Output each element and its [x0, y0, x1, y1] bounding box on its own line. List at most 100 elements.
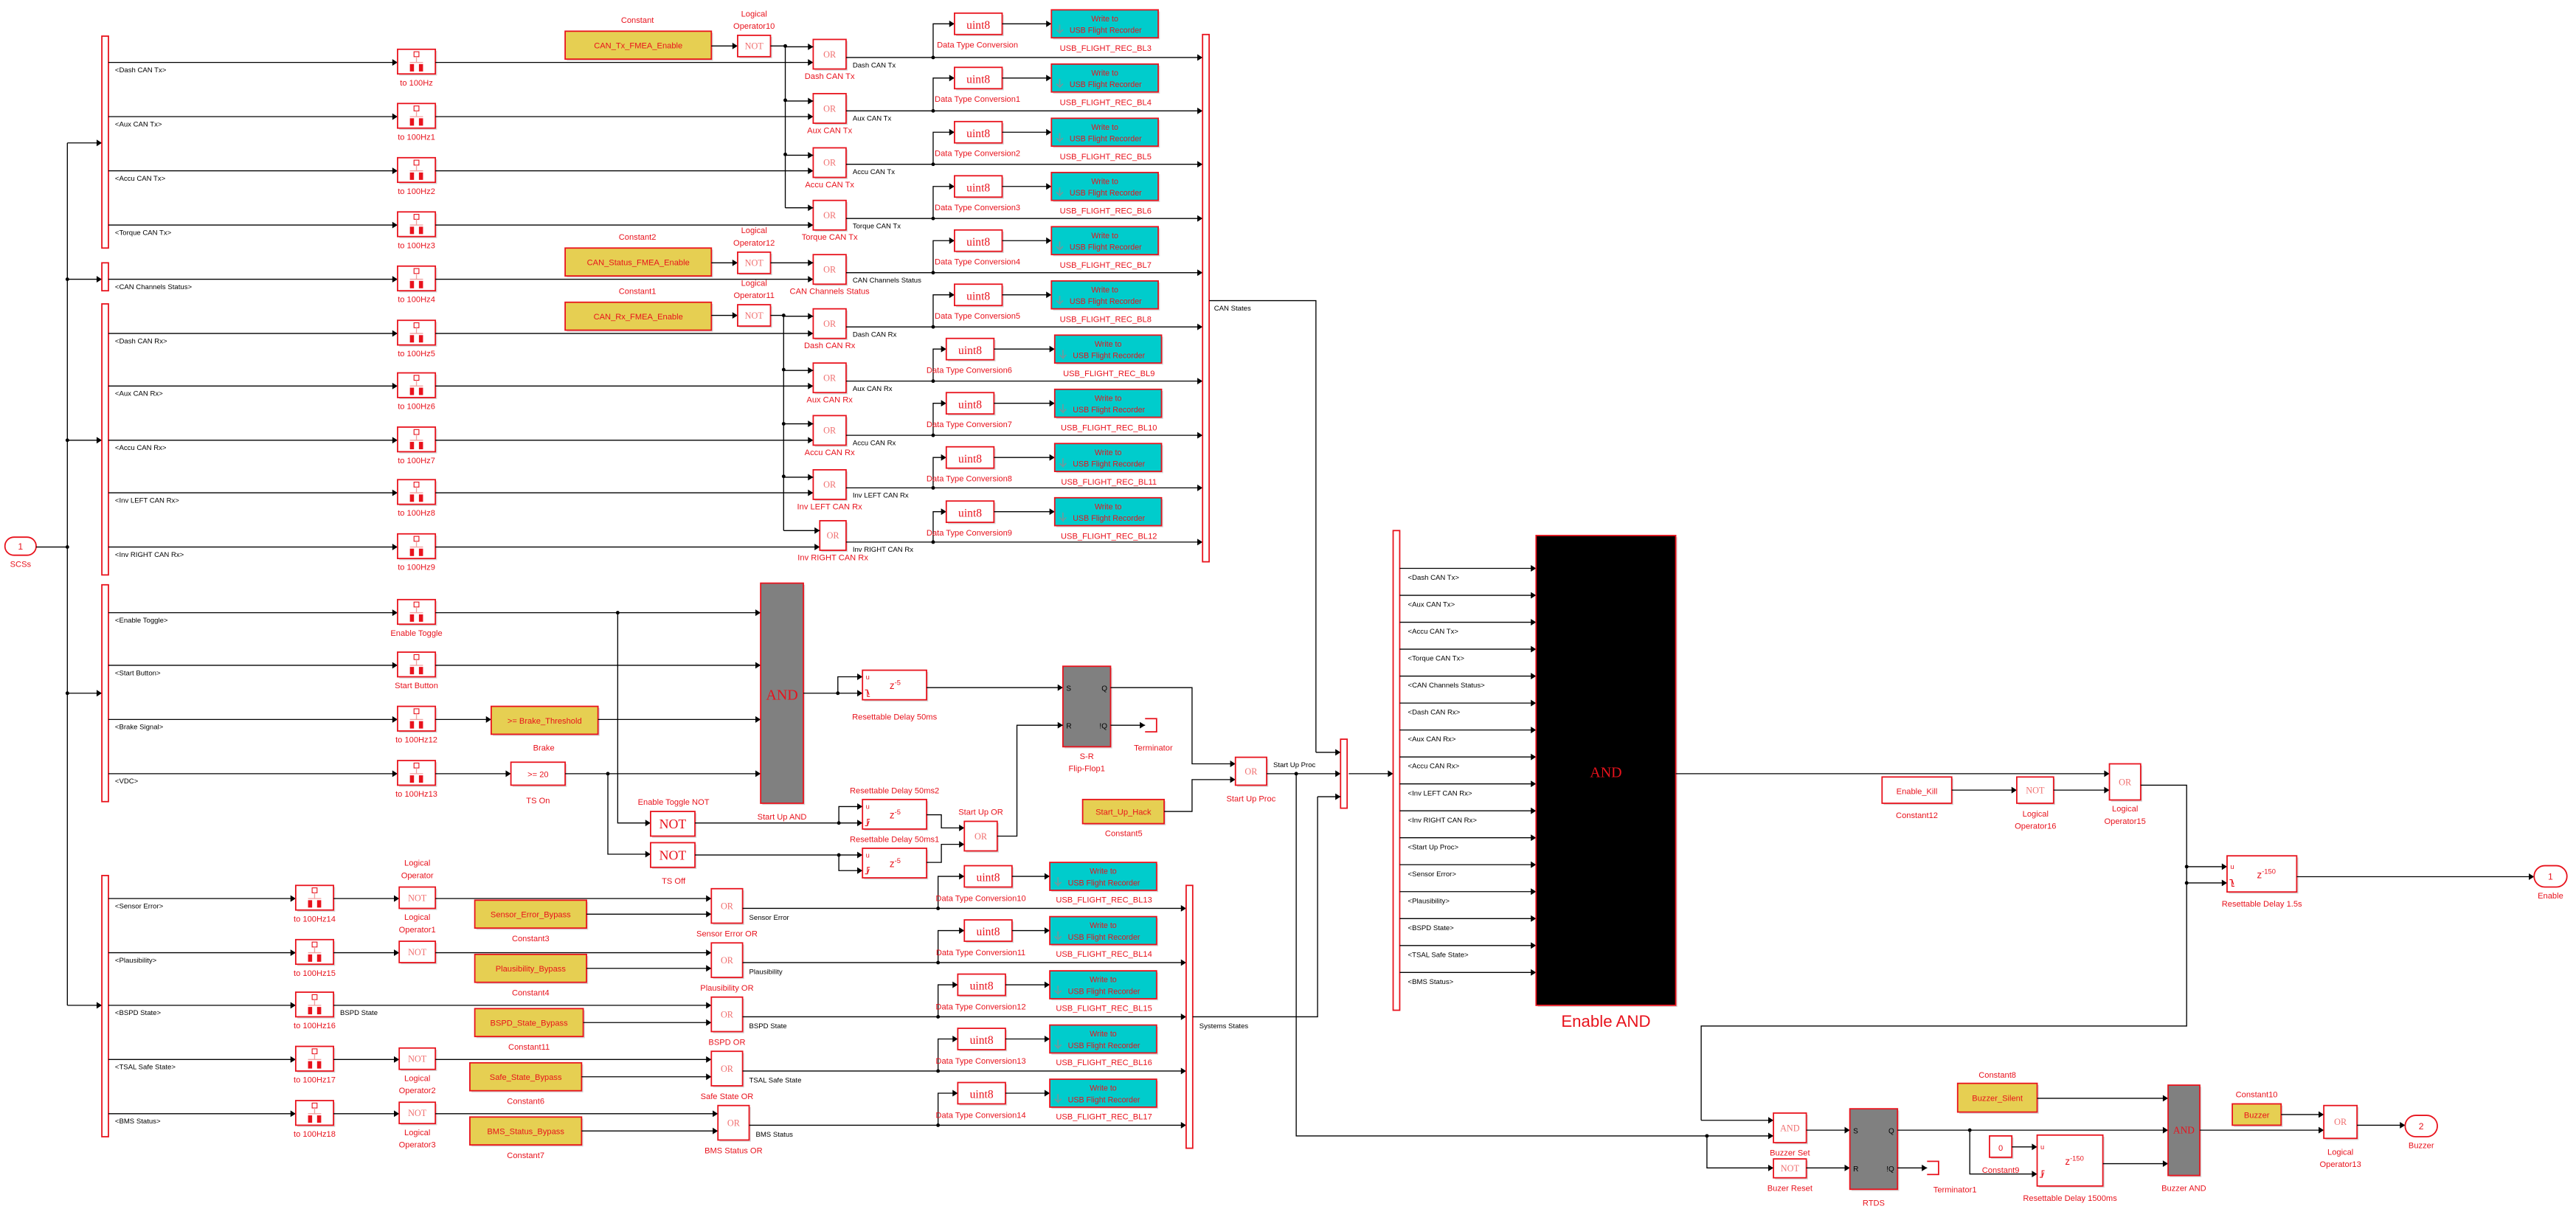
arrowhead-icon	[1767, 1117, 1774, 1124]
arrowhead-icon	[732, 312, 738, 319]
signal-line[interactable]	[838, 855, 863, 871]
signal-line[interactable]	[932, 240, 955, 273]
block-label: Constant10	[2236, 1091, 2278, 1100]
signal-line[interactable]	[932, 131, 955, 164]
recorder-label: USB_FLIGHT_REC_BL7	[1060, 261, 1152, 270]
bus-creator[interactable]	[1340, 738, 1348, 809]
signal-line[interactable]	[937, 1038, 958, 1071]
rate-transition-label: to 100Hz9	[398, 564, 435, 572]
signal-line[interactable]	[837, 676, 863, 693]
block-label: Accu CAN Tx	[805, 181, 854, 190]
arrowhead-icon	[732, 259, 738, 266]
uint8-glyph: uint8	[958, 453, 982, 465]
signal-line[interactable]	[1706, 1135, 1774, 1168]
arrowhead-icon	[1180, 1013, 1186, 1020]
arrowhead-icon	[1531, 807, 1537, 814]
signal-line[interactable]	[927, 843, 965, 863]
arrowhead-icon	[1531, 727, 1537, 734]
arrowhead-icon	[1197, 378, 1203, 385]
or-glyph: OR	[1244, 766, 1258, 777]
arrowhead-icon	[1531, 699, 1537, 707]
port-label: !Q	[1099, 723, 1107, 731]
arrowhead-icon	[1531, 888, 1537, 896]
bus-signal-label: <CAN Channels Status>	[1408, 682, 1486, 690]
signal-line[interactable]	[1164, 779, 1236, 812]
rate-transition-icon	[418, 335, 423, 343]
bus-selector[interactable]	[101, 583, 109, 803]
bus-signal-label: <Plausibility>	[115, 957, 157, 965]
signal-line[interactable]	[607, 773, 651, 855]
recorder-label: USB_FLIGHT_REC_BL16	[1056, 1059, 1152, 1067]
sr-flipflop-block[interactable]	[1062, 665, 1112, 748]
bus-signal-label: <BMS Status>	[1408, 978, 1454, 986]
signal-line[interactable]	[937, 876, 965, 909]
signal-name: Inv RIGHT CAN Rx	[853, 546, 913, 554]
or-glyph: OR	[823, 373, 837, 383]
arrowhead-icon	[808, 259, 814, 266]
bus-selector[interactable]	[101, 875, 109, 1137]
arrowhead-icon	[1531, 673, 1537, 680]
bus-signal-label: <Start Button>	[115, 669, 161, 677]
signal-line[interactable]	[937, 1092, 958, 1126]
recorder-label: USB_FLIGHT_REC_BL13	[1056, 896, 1152, 905]
signal-line[interactable]	[932, 186, 955, 219]
not-glyph: NOT	[745, 311, 764, 321]
block-label: Logical Operator12	[733, 226, 775, 248]
signal-line[interactable]	[770, 314, 784, 531]
bus-selector[interactable]	[101, 262, 109, 292]
block-label: Dash CAN Tx	[805, 72, 855, 81]
or-glyph: OR	[827, 530, 840, 541]
bus-selector[interactable]	[1392, 530, 1401, 1011]
uint8-glyph: uint8	[966, 128, 990, 140]
block-label: Logical Operator11	[733, 279, 774, 300]
bus-signal-label: <Accu CAN Tx>	[1408, 628, 1459, 636]
arrowhead-icon	[732, 42, 738, 49]
bus-signal-label: <Start Up Proc>	[1408, 843, 1459, 851]
signal-line[interactable]	[1700, 784, 2187, 1120]
arrowhead-icon	[1197, 107, 1203, 114]
arrowhead-icon	[949, 291, 955, 299]
arrowhead-icon	[808, 167, 814, 175]
signal-line[interactable]	[932, 348, 946, 381]
recorder-label: USB_FLIGHT_REC_BL6	[1060, 207, 1152, 215]
constant-value: >= Brake_Threshold	[508, 717, 582, 726]
block-label: Terminator1	[1933, 1186, 1977, 1195]
bus-selector[interactable]	[101, 35, 109, 249]
arrowhead-icon	[1180, 959, 1186, 966]
recorder-text: Write to	[1091, 232, 1118, 240]
arrowhead-icon	[808, 489, 814, 496]
signal-line[interactable]	[937, 929, 965, 963]
rate-transition-label: Start Button	[395, 682, 438, 690]
arrowhead-icon	[1197, 484, 1203, 491]
rate-transition-icon	[418, 548, 423, 556]
signal-name: BMS Status	[755, 1131, 793, 1139]
sr-flipflop-block[interactable]	[1849, 1108, 1899, 1191]
signal-line[interactable]	[1192, 797, 1318, 1018]
bus-selector[interactable]	[101, 303, 109, 576]
recorder-label: USB_FLIGHT_REC_BL9	[1063, 370, 1154, 378]
signal-line[interactable]	[932, 403, 946, 436]
signal-line[interactable]	[997, 724, 1063, 837]
arrowhead-icon	[959, 927, 965, 934]
arrowhead-icon	[1049, 345, 1055, 353]
signal-line[interactable]	[932, 77, 955, 111]
signal-name: BSPD State	[749, 1022, 787, 1030]
signal-line[interactable]	[617, 612, 651, 824]
bus-creator[interactable]	[1202, 33, 1210, 563]
signal-line[interactable]	[1110, 687, 1236, 765]
signal-line[interactable]	[1209, 299, 1317, 752]
conversion-label: Data Type Conversion9	[927, 529, 1012, 538]
signal-line[interactable]	[770, 45, 786, 208]
signal-line[interactable]	[932, 294, 955, 328]
recorder-text: USB Flight Recorder	[1068, 879, 1140, 887]
signal-line[interactable]	[838, 806, 863, 823]
arrowhead-icon	[392, 489, 398, 496]
signal-name: Inv LEFT CAN Rx	[853, 492, 909, 500]
arrowhead-icon	[392, 437, 398, 444]
rate-transition-label: to 100Hz16	[294, 1022, 336, 1030]
arrowhead-icon	[392, 662, 398, 669]
signal-line[interactable]	[937, 984, 958, 1017]
port-number: 2	[2419, 1121, 2424, 1132]
signal-name: Aux CAN Rx	[853, 385, 893, 393]
bus-creator[interactable]	[1185, 884, 1194, 1149]
